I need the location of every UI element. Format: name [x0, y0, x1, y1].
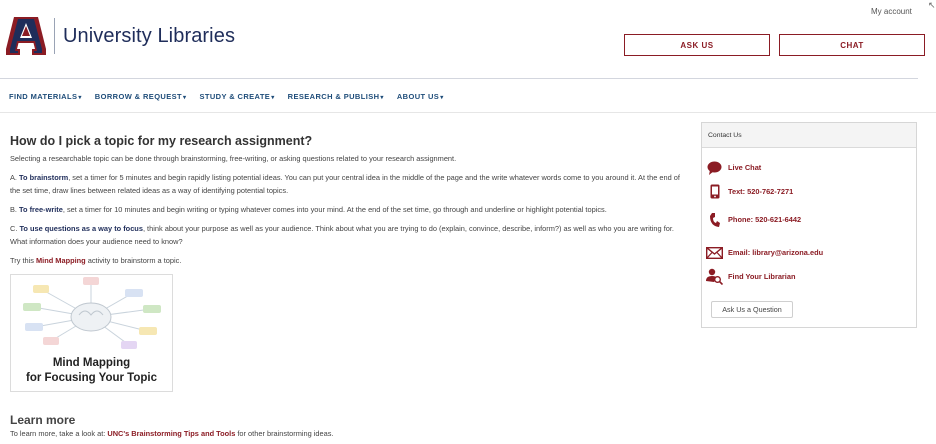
phone-label: Phone: 520-621-6442	[728, 215, 802, 224]
card-title-line2: for Focusing Your Topic	[26, 372, 157, 384]
caret-down-icon: ▾	[78, 95, 82, 101]
person-search-icon	[706, 268, 723, 285]
chat-bubble-icon	[706, 160, 723, 175]
live-chat-link[interactable]: Live Chat	[706, 160, 761, 175]
main-nav: FIND MATERIALS▾ BORROW & REQUEST▾ STUDY …	[9, 92, 444, 101]
nav-study-create[interactable]: STUDY & CREATE▾	[199, 92, 274, 101]
caret-down-icon: ▾	[183, 95, 187, 101]
email-label: Email: library@arizona.edu	[728, 248, 824, 257]
unc-tips-link[interactable]: UNC's Brainstorming Tips and Tools	[107, 429, 235, 438]
freewrite-paragraph: B. To free-write, set a timer for 10 min…	[10, 205, 607, 214]
mind-mapping-link[interactable]: Mind Mapping	[36, 256, 86, 265]
nav-find-materials[interactable]: FIND MATERIALS▾	[9, 92, 82, 101]
contact-heading: Contact Us	[702, 123, 916, 148]
contact-sidebar: Contact Us Live Chat Text: 520-762-7271 …	[701, 122, 917, 328]
questions-paragraph: C. To use questions as a way to focus, t…	[10, 224, 674, 246]
nav-divider	[0, 112, 936, 113]
chat-button[interactable]: CHAT	[779, 34, 925, 56]
nav-research-publish[interactable]: RESEARCH & PUBLISH▾	[288, 92, 384, 101]
mouse-cursor-icon: ↖	[928, 0, 936, 10]
phone-handset-icon	[706, 212, 723, 227]
mobile-phone-icon	[706, 184, 723, 199]
learn-more-paragraph: To learn more, take a look at: UNC's Bra…	[10, 429, 334, 438]
find-librarian-label: Find Your Librarian	[728, 272, 796, 281]
my-account-link[interactable]: My account	[871, 7, 912, 16]
brainstorm-paragraph: A. To brainstorm, set a timer for 5 minu…	[10, 173, 680, 195]
nav-about-us[interactable]: ABOUT US▾	[397, 92, 444, 101]
text-label: Text: 520-762-7271	[728, 187, 794, 196]
learn-more-heading: Learn more	[10, 413, 76, 427]
intro-paragraph: Selecting a researchable topic can be do…	[10, 154, 457, 163]
card-title-line1: Mind Mapping	[52, 357, 131, 369]
arizona-logo[interactable]	[5, 16, 47, 56]
nav-borrow-request[interactable]: BORROW & REQUEST▾	[95, 92, 187, 101]
header-divider	[0, 78, 918, 79]
page-title: How do I pick a topic for my research as…	[10, 134, 313, 148]
text-link[interactable]: Text: 520-762-7271	[706, 184, 793, 199]
site-title[interactable]: University Libraries	[63, 25, 235, 48]
find-librarian-link[interactable]: Find Your Librarian	[706, 268, 796, 285]
ask-us-button[interactable]: ASK US	[624, 34, 770, 56]
mind-mapping-card[interactable]: Mind Mapping for Focusing Your Topic	[10, 274, 173, 392]
caret-down-icon: ▾	[271, 95, 275, 101]
live-chat-label: Live Chat	[728, 163, 762, 172]
email-link[interactable]: Email: library@arizona.edu	[706, 245, 823, 260]
mind-map-illustration	[23, 277, 161, 349]
try-paragraph: Try this Mind Mapping activity to brains…	[10, 256, 182, 265]
logo-separator	[54, 18, 55, 54]
main-content: How do I pick a topic for my research as…	[10, 134, 690, 267]
envelope-icon	[706, 245, 723, 260]
phone-link[interactable]: Phone: 520-621-6442	[706, 212, 801, 227]
caret-down-icon: ▾	[440, 95, 444, 101]
ask-us-question-button[interactable]: Ask Us a Question	[711, 301, 793, 318]
caret-down-icon: ▾	[380, 95, 384, 101]
